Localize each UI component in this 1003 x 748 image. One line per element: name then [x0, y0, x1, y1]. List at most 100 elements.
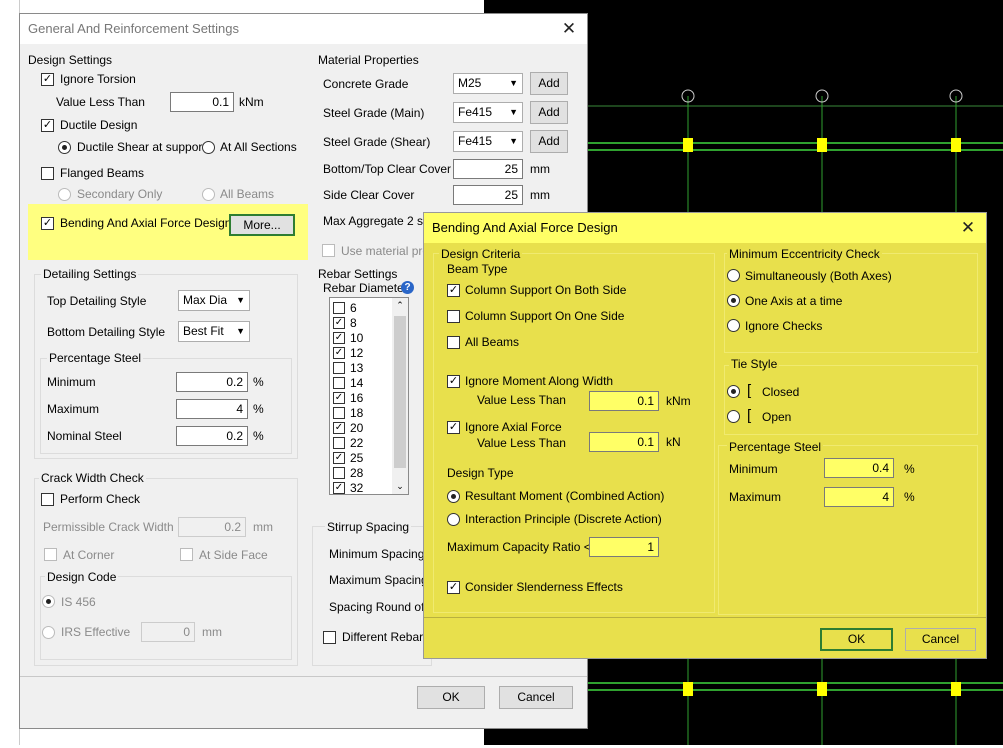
rebar-checkbox[interactable]: ✓ — [333, 392, 345, 404]
rebar-checkbox[interactable]: ✓ — [333, 422, 345, 434]
material-properties-label: Material Properties — [318, 53, 419, 67]
steel-main-select[interactable]: Fe415 ▼ — [453, 102, 523, 123]
rebar-item[interactable]: ✓ 32 — [333, 481, 391, 496]
scroll-thumb[interactable] — [394, 316, 406, 468]
help-icon[interactable]: ? — [401, 281, 414, 294]
resultant-radio[interactable] — [447, 490, 460, 503]
axial-value-input[interactable]: 0.1 — [589, 432, 659, 452]
flanged-beams-checkbox[interactable] — [41, 167, 54, 180]
steel-shear-value: Fe415 — [458, 134, 493, 148]
at-corner-checkbox[interactable] — [44, 548, 57, 561]
at-side-face-checkbox[interactable] — [180, 548, 193, 561]
all-beams-radio[interactable] — [202, 188, 215, 201]
chevron-down-icon: ▼ — [509, 136, 518, 146]
all-beams-popup-label: All Beams — [465, 335, 520, 349]
rebar-checkbox[interactable] — [333, 302, 345, 314]
add-steel-main-button[interactable]: Add — [530, 101, 568, 124]
rebar-item[interactable]: 6 — [333, 301, 391, 316]
secondary-only-radio[interactable] — [58, 188, 71, 201]
cancel-button[interactable]: Cancel — [499, 686, 573, 709]
popup-ok-button[interactable]: OK — [820, 628, 893, 651]
interaction-radio[interactable] — [447, 513, 460, 526]
rebar-item[interactable]: ✓ 8 — [333, 316, 391, 331]
max-ratio-input[interactable]: 1 — [589, 537, 659, 557]
simultaneous-radio[interactable] — [727, 269, 740, 282]
popup-min-input[interactable]: 0.4 — [824, 458, 894, 478]
rebar-item[interactable]: ✓ 25 — [333, 451, 391, 466]
permissible-crack-input[interactable]: 0.2 — [178, 517, 246, 537]
rebar-item[interactable]: 13 — [333, 361, 391, 376]
at-all-sections-radio[interactable] — [202, 141, 215, 154]
rebar-checkbox[interactable] — [333, 407, 345, 419]
bending-axial-checkbox[interactable]: ✓ — [41, 217, 54, 230]
perform-check-checkbox[interactable] — [41, 493, 54, 506]
ignore-moment-checkbox[interactable]: ✓ — [447, 375, 460, 388]
chevron-up-icon[interactable]: ⌃ — [392, 300, 408, 311]
rebar-checkbox[interactable] — [333, 362, 345, 374]
minimum-input[interactable]: 0.2 — [176, 372, 248, 392]
concrete-grade-select[interactable]: M25 ▼ — [453, 73, 523, 94]
open-radio[interactable] — [727, 410, 740, 423]
bottom-detailing-select[interactable]: Best Fit ▼ — [178, 321, 250, 342]
top-detailing-select[interactable]: Max Dia ▼ — [178, 290, 250, 311]
rebar-checkbox[interactable] — [333, 437, 345, 449]
popup-max-unit: % — [904, 490, 915, 504]
design-settings-label: Design Settings — [28, 53, 113, 67]
design-criteria-label: Design Criteria — [439, 247, 523, 262]
rebar-diameter-list[interactable]: 6 ✓ 8 ✓ 10 ✓ 12 13 14 ✓ 16 18 ✓ 20 22 ✓ 25 28 ✓ 32 ⌃ ⌄ — [329, 297, 409, 495]
rebar-item[interactable]: ✓ 12 — [333, 346, 391, 361]
at-corner-label: At Corner — [63, 548, 115, 562]
close-icon[interactable]: ✕ — [557, 18, 581, 40]
rebar-item[interactable]: 28 — [333, 466, 391, 481]
col-one-checkbox[interactable] — [447, 310, 460, 323]
popup-close-icon[interactable]: ✕ — [956, 217, 980, 239]
slenderness-checkbox[interactable]: ✓ — [447, 581, 460, 594]
one-axis-radio[interactable] — [727, 294, 740, 307]
rebar-label: 25 — [350, 451, 364, 465]
irs-radio[interactable] — [42, 626, 55, 639]
rebar-checkbox[interactable]: ✓ — [333, 482, 345, 494]
rebar-label: 16 — [350, 391, 364, 405]
chevron-down-icon[interactable]: ⌄ — [392, 481, 408, 492]
rebar-item[interactable]: 14 — [333, 376, 391, 391]
rebar-item[interactable]: 22 — [333, 436, 391, 451]
rebar-checkbox[interactable] — [333, 467, 345, 479]
ignore-axial-checkbox[interactable]: ✓ — [447, 421, 460, 434]
add-concrete-button[interactable]: Add — [530, 72, 568, 95]
different-rebar-checkbox[interactable] — [323, 631, 336, 644]
rebar-item[interactable]: ✓ 20 — [333, 421, 391, 436]
rebar-checkbox[interactable] — [333, 377, 345, 389]
closed-radio[interactable] — [727, 385, 740, 398]
use-material-checkbox[interactable] — [322, 244, 335, 257]
detailing-settings-label: Detailing Settings — [41, 267, 139, 282]
bottom-top-cover-input[interactable]: 25 — [453, 159, 523, 179]
ignore-torsion-checkbox[interactable]: ✓ — [41, 73, 54, 86]
popup-max-input[interactable]: 4 — [824, 487, 894, 507]
torsion-value-input[interactable]: 0.1 — [170, 92, 234, 112]
steel-main-label: Steel Grade (Main) — [323, 106, 425, 120]
side-cover-input[interactable]: 25 — [453, 185, 523, 205]
rebar-checkbox[interactable]: ✓ — [333, 347, 345, 359]
popup-cancel-button[interactable]: Cancel — [905, 628, 976, 651]
moment-value-input[interactable]: 0.1 — [589, 391, 659, 411]
rebar-item[interactable]: ✓ 10 — [333, 331, 391, 346]
steel-shear-select[interactable]: Fe415 ▼ — [453, 131, 523, 152]
scrollbar[interactable]: ⌃ ⌄ — [392, 298, 408, 494]
ductile-shear-supports-radio[interactable] — [58, 141, 71, 154]
nominal-input[interactable]: 0.2 — [176, 426, 248, 446]
rebar-checkbox[interactable]: ✓ — [333, 452, 345, 464]
rebar-checkbox[interactable]: ✓ — [333, 332, 345, 344]
is456-radio[interactable] — [42, 595, 55, 608]
irs-input[interactable]: 0 — [141, 622, 195, 642]
ignore-checks-radio[interactable] — [727, 319, 740, 332]
maximum-input[interactable]: 4 — [176, 399, 248, 419]
ductile-design-checkbox[interactable]: ✓ — [41, 119, 54, 132]
col-both-checkbox[interactable]: ✓ — [447, 284, 460, 297]
add-steel-shear-button[interactable]: Add — [530, 130, 568, 153]
more-button[interactable]: More... — [229, 214, 295, 236]
ok-button[interactable]: OK — [417, 686, 485, 709]
all-beams-checkbox[interactable] — [447, 336, 460, 349]
rebar-checkbox[interactable]: ✓ — [333, 317, 345, 329]
rebar-item[interactable]: ✓ 16 — [333, 391, 391, 406]
rebar-item[interactable]: 18 — [333, 406, 391, 421]
